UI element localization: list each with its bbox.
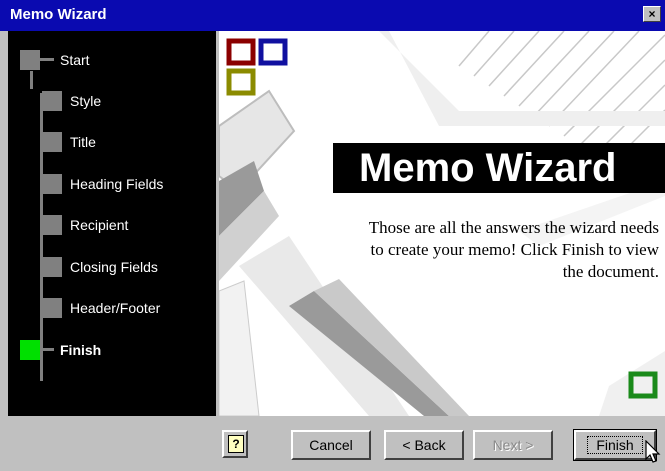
step-label-start: Start: [60, 52, 90, 68]
step-track-top: [30, 71, 33, 89]
mouse-pointer-icon: [645, 440, 661, 463]
wizard-description: Those are all the answers the wizard nee…: [368, 218, 659, 281]
window-title: Memo Wizard: [10, 6, 107, 23]
step-node-icon: [20, 50, 40, 70]
finish-button-label: Finish: [587, 436, 643, 454]
wizard-content-panel: Memo Wizard Those are all the answers th…: [219, 31, 665, 416]
step-label-style: Style: [70, 93, 102, 109]
close-icon: ×: [648, 7, 656, 21]
olive-square-icon: [226, 68, 256, 96]
step-label-recipient: Recipient: [70, 217, 129, 233]
step-connector: [40, 58, 54, 61]
cancel-button[interactable]: Cancel: [291, 430, 371, 460]
title-bar: Memo Wizard ×: [0, 0, 665, 31]
step-node-icon: [42, 257, 62, 277]
back-button[interactable]: < Back: [384, 430, 464, 460]
step-label-heading-fields: Heading Fields: [70, 176, 164, 192]
wizard-steps-panel: Start Style Title Heading Fields Recipie…: [8, 31, 216, 416]
wizard-heading: Memo Wizard: [333, 143, 665, 193]
step-node-icon: [42, 91, 62, 111]
step-node-icon: [42, 215, 62, 235]
help-button[interactable]: ?: [222, 430, 248, 458]
next-button[interactable]: Next >: [473, 430, 553, 460]
step-label-finish: Finish: [60, 342, 102, 358]
finish-button[interactable]: Finish: [573, 429, 657, 461]
step-connector: [40, 348, 54, 351]
help-icon: ?: [228, 435, 244, 453]
step-node-icon: [42, 174, 62, 194]
red-square-icon: [226, 38, 256, 66]
step-node-icon: [42, 132, 62, 152]
step-label-title: Title: [70, 134, 96, 150]
step-node-current-icon: [20, 340, 40, 360]
step-node-icon: [42, 298, 62, 318]
close-button[interactable]: ×: [643, 6, 661, 22]
blue-square-icon: [258, 38, 288, 66]
step-label-header-footer: Header/Footer: [70, 300, 161, 316]
step-label-closing-fields: Closing Fields: [70, 259, 158, 275]
